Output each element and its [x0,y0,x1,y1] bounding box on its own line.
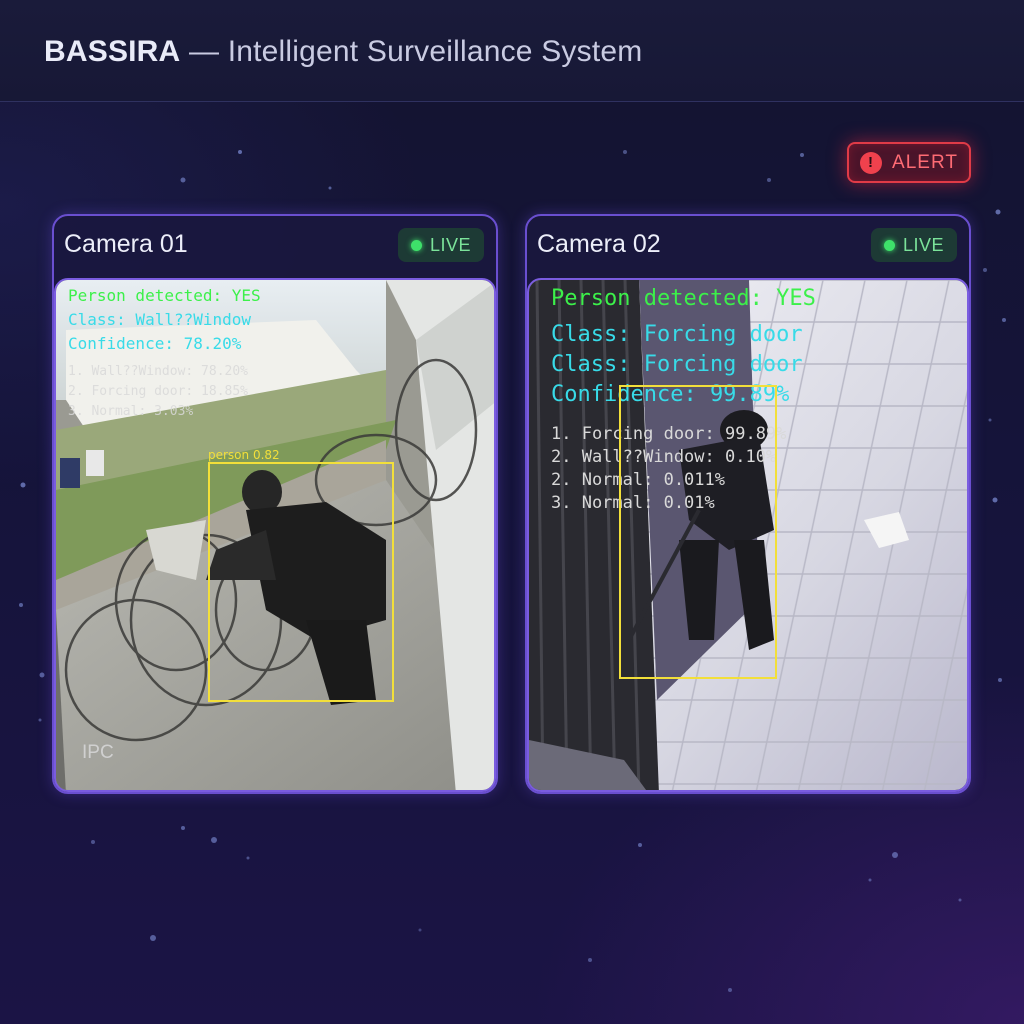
live-badge: LIVE [871,228,957,262]
camera-feed-02[interactable]: Person detected: YES Class: Forcing door… [527,278,969,792]
live-dot-icon [410,239,422,251]
app-title: BASSIRA — Intelligent Surveillance Syste… [44,32,642,72]
confidence-line: Confidence: 78.20% [68,334,242,353]
detection-status: Person detected: YES [551,286,816,311]
live-dot-icon [883,239,895,251]
ranking-line: 3. Normal: 3.03% [68,404,194,419]
camera-title: Camera 02 [537,230,661,258]
brand-name: BASSIRA [44,35,181,68]
app-header: BASSIRA — Intelligent Surveillance Syste… [0,0,1024,102]
camera-title: Camera 01 [64,230,188,258]
class-line: Class: Wall??Window [68,310,252,329]
bbox-label: person 0.82 [208,448,280,462]
person-bounding-box [208,462,394,702]
live-label: LIVE [902,234,945,255]
camera-watermark: IPC [82,742,114,763]
person-bounding-box [619,385,777,679]
live-label: LIVE [429,234,472,255]
app-subtitle: — Intelligent Surveillance System [188,35,643,68]
live-badge: LIVE [398,228,484,262]
ranking-line: 1. Wall??Window: 78.20% [68,364,249,379]
camera-panel-01: Camera 01 LIVE Person detected: YES Clas… [52,214,498,794]
alert-label: ALERT [892,151,958,173]
alert-circle-icon: ! [860,151,883,174]
detection-status: Person detected: YES [68,286,261,305]
camera-panel-02: Camera 02 LIVE Person detected: YES Clas… [525,214,971,794]
camera-feed-01[interactable]: Person detected: YES Class: Wall??Window… [54,278,496,792]
class-line: Class: Forcing door [551,352,803,377]
alert-button[interactable]: ! ALERT [847,142,971,183]
ranking-line: 2. Forcing door: 18.85% [68,384,249,399]
class-line: Class: Forcing door [551,322,803,347]
